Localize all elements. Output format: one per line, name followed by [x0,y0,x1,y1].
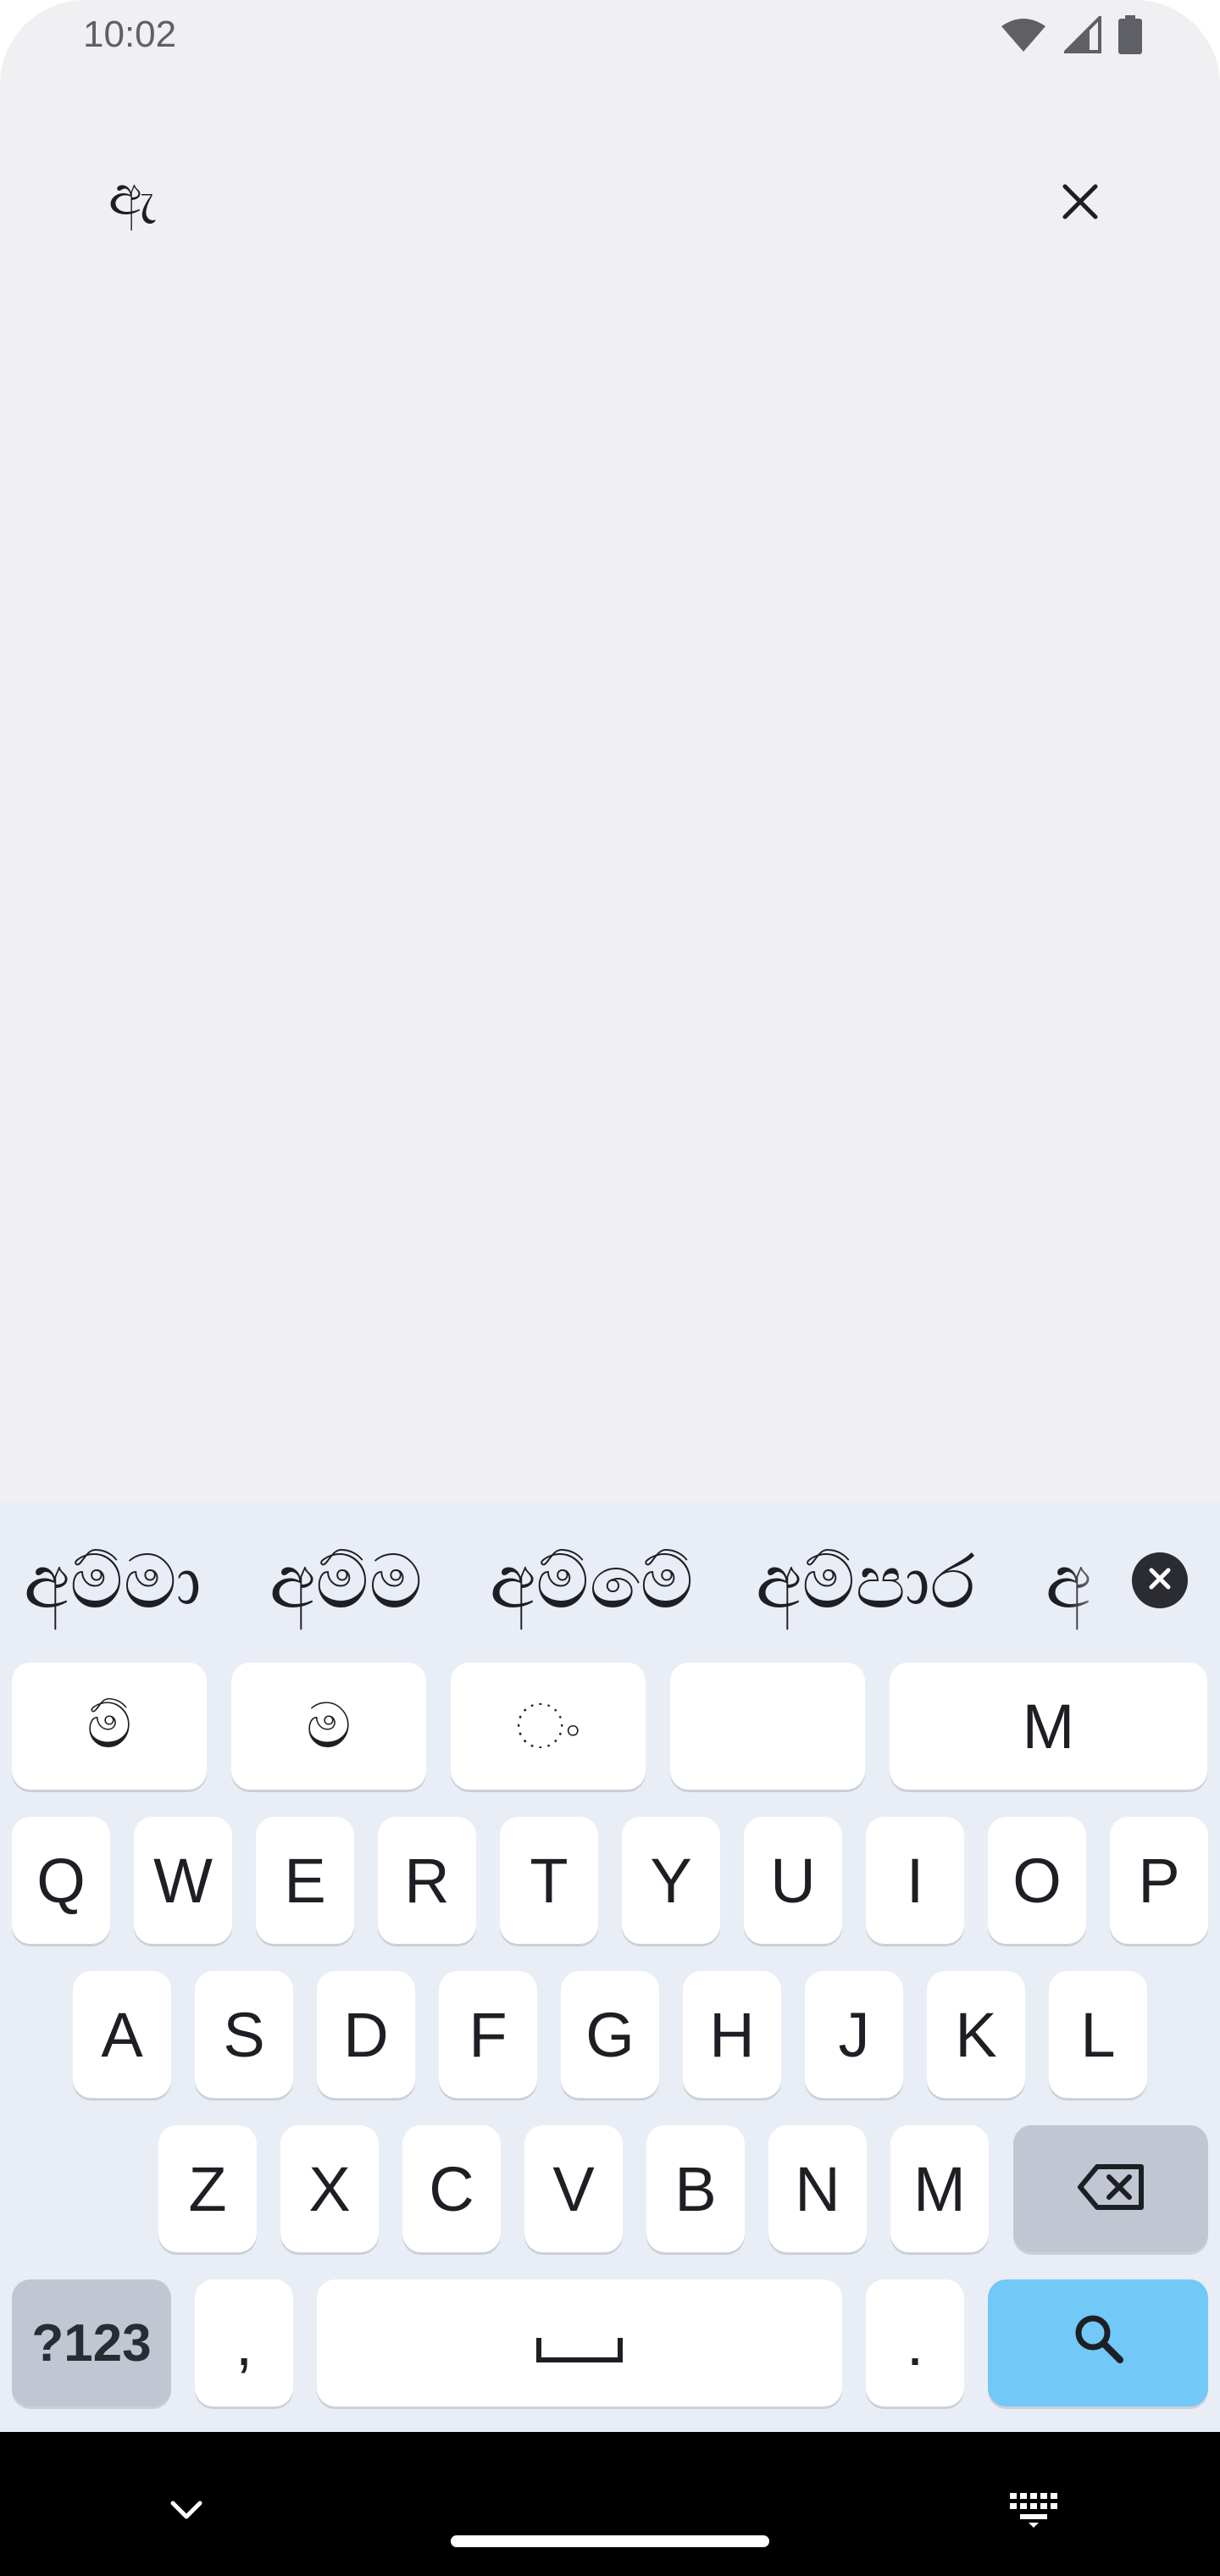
key-m[interactable]: M [890,2125,989,2252]
suggestion-4[interactable]: අම්පාර [756,1527,975,1637]
chevron-down-icon[interactable] [168,2498,205,2527]
key-special-3[interactable]: ◌ං [451,1663,646,1790]
backspace-key[interactable] [1013,2125,1208,2252]
status-time: 10:02 [83,14,177,55]
search-icon [1071,2307,1125,2379]
status-icons [1000,15,1142,54]
key-k[interactable]: K [927,1971,1025,2098]
search-bar: ඇ [0,127,1220,271]
navigation-bar [0,2432,1220,2576]
key-f[interactable]: F [439,1971,537,2098]
suggestion-strip: අම්මා අම්ම අම්මේ අම්පාර අ [0,1502,1220,1663]
keyboard: අම්මා අම්ම අම්මේ අම්පාර අ ම් ම ◌ං M Q W … [0,1502,1220,2432]
cell-signal-icon [1064,16,1101,53]
key-g[interactable]: G [561,1971,659,2098]
key-special-1[interactable]: ම් [12,1663,207,1790]
status-bar: 10:02 [0,0,1220,76]
backspace-icon [1077,2153,1145,2225]
key-special-5[interactable]: M [890,1663,1207,1790]
key-u[interactable]: U [744,1817,842,1944]
key-a[interactable]: A [73,1971,171,2098]
home-gesture-handle[interactable] [451,2535,769,2547]
key-n[interactable]: N [768,2125,867,2252]
key-s[interactable]: S [195,1971,293,2098]
key-d[interactable]: D [317,1971,415,2098]
clear-search-button[interactable] [1042,165,1118,242]
comma-key[interactable]: , [195,2279,293,2407]
search-key[interactable] [988,2279,1208,2407]
suggestion-1[interactable]: අම්මා [24,1527,202,1637]
key-c[interactable]: C [402,2125,501,2252]
symbols-key[interactable]: ?123 [12,2279,171,2407]
key-i[interactable]: I [866,1817,964,1944]
key-j[interactable]: J [805,1971,903,2098]
key-y[interactable]: Y [622,1817,720,1944]
key-r[interactable]: R [378,1817,476,1944]
content-area [0,271,1220,1502]
key-special-4[interactable] [670,1663,865,1790]
key-x[interactable]: X [280,2125,379,2252]
key-o[interactable]: O [988,1817,1086,1944]
suggestion-3[interactable]: අම්මේ [490,1527,694,1637]
key-v[interactable]: V [524,2125,623,2252]
key-special-2[interactable]: ම [231,1663,426,1790]
key-q[interactable]: Q [12,1817,110,1944]
strip-fade [1068,1502,1127,1663]
close-icon [1060,181,1101,225]
key-p[interactable]: P [1110,1817,1208,1944]
keyboard-icon[interactable] [1008,2491,1059,2532]
dismiss-suggestions-button[interactable] [1132,1552,1188,1608]
space-key[interactable] [317,2279,842,2407]
suggestion-2[interactable]: අම්ම [269,1527,423,1637]
search-input[interactable]: ඇ [108,165,156,228]
period-key[interactable]: . [866,2279,964,2407]
key-z[interactable]: Z [158,2125,257,2252]
battery-icon [1118,15,1142,54]
screen: 10:02 ඇ අම්මා අම්ම අම්මේ අම්පාර ම් ම ◌ං … [0,0,1220,2576]
space-bar-icon [535,2307,624,2379]
key-h[interactable]: H [683,1971,781,2098]
key-w[interactable]: W [134,1817,232,1944]
key-t[interactable]: T [500,1817,598,1944]
key-l[interactable]: L [1049,1971,1147,2098]
key-e[interactable]: E [256,1817,354,1944]
close-icon [1146,1565,1173,1596]
key-b[interactable]: B [646,2125,745,2252]
wifi-icon [1000,16,1047,53]
